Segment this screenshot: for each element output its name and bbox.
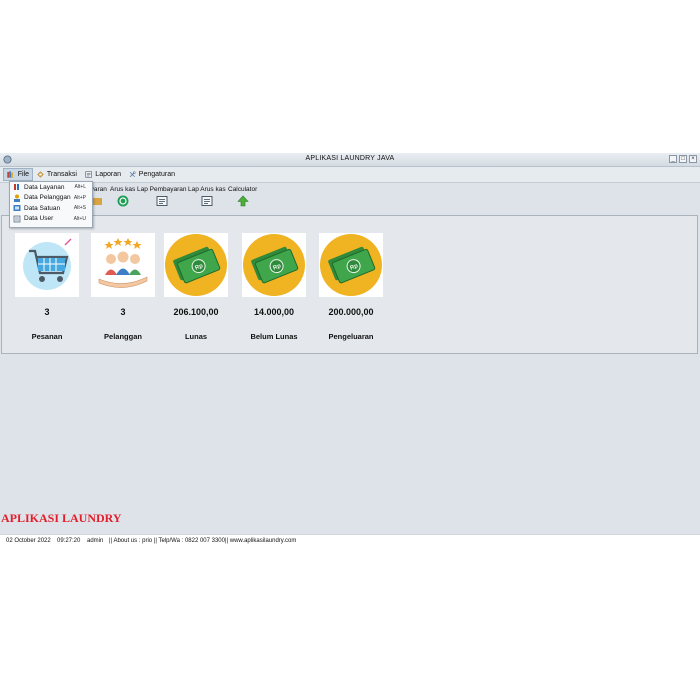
dashboard-panel: 3 Pesanan 3 Pelanggan Rp 206.100,00 Luna… bbox=[1, 215, 698, 354]
close-button[interactable]: × bbox=[689, 155, 697, 163]
card-belum-lunas-label: Belum Lunas bbox=[250, 332, 298, 341]
menu-item-data-pelanggan[interactable]: Data Pelanggan Alt+P bbox=[10, 193, 92, 204]
card-pelanggan-label: Pelanggan bbox=[104, 332, 142, 341]
card-belum-lunas-value: 14.000,00 bbox=[253, 307, 295, 317]
menu-item-shortcut: Alt+U bbox=[73, 215, 86, 222]
tools-icon bbox=[129, 171, 136, 178]
service-icon bbox=[14, 184, 19, 191]
menu-item-label: Data Layanan bbox=[24, 183, 65, 191]
toolbar-arus-kas[interactable]: Arus kas bbox=[110, 186, 135, 207]
menu-item-data-layanan[interactable]: Data Layanan Alt+L bbox=[10, 182, 92, 193]
money-icon: Rp bbox=[164, 233, 228, 297]
status-bar: 02 October 2022 09:27:20 admin || About … bbox=[0, 534, 700, 548]
report-icon bbox=[85, 171, 92, 178]
money-icon: Rp bbox=[242, 233, 306, 297]
user-icon bbox=[13, 215, 21, 223]
card-lunas-label: Lunas bbox=[184, 332, 208, 341]
toolbar-calculator[interactable]: Calculator bbox=[228, 186, 257, 207]
file-books-icon bbox=[7, 171, 13, 178]
menu-transaksi[interactable]: Transaksi bbox=[34, 168, 80, 181]
menu-item-data-satuan[interactable]: Data Satuan Alt+S bbox=[10, 203, 92, 214]
menu-file[interactable]: File bbox=[3, 168, 33, 181]
card-pesanan-label: Pesanan bbox=[31, 332, 63, 341]
report-icon bbox=[201, 196, 213, 206]
cashflow-icon bbox=[117, 195, 129, 207]
card-lunas: Rp 206.100,00 Lunas bbox=[163, 233, 229, 341]
calculator-arrow-icon bbox=[236, 195, 249, 207]
menu-item-label: Data User bbox=[24, 215, 54, 223]
card-belum-lunas: Rp 14.000,00 Belum Lunas bbox=[241, 233, 307, 341]
toolbar-lap-pembayaran[interactable]: Lap Pembayaran bbox=[137, 186, 187, 207]
unit-icon bbox=[13, 205, 21, 212]
minimize-button[interactable]: _ bbox=[669, 155, 677, 163]
toolbar-lap-arus-kas[interactable]: Lap Arus kas bbox=[188, 186, 226, 207]
shopping-cart-icon bbox=[15, 233, 79, 297]
menu-item-label: Data Satuan bbox=[24, 204, 61, 212]
menu-bar: File Transaksi Laporan Pengaturan bbox=[0, 167, 700, 183]
status-user: admin bbox=[87, 538, 104, 544]
card-pengeluaran: Rp 200.000,00 Pengeluaran bbox=[318, 233, 384, 341]
toolbar-arus-kas-label: Arus kas bbox=[110, 186, 136, 193]
toolbar-lap-pembayaran-label: Lap Pembayaran bbox=[137, 186, 187, 193]
menu-pengaturan-label: Pengaturan bbox=[138, 171, 175, 178]
brand-title: APLIKASI LAUNDRY bbox=[1, 511, 122, 525]
card-pesanan: 3 Pesanan bbox=[14, 233, 80, 341]
status-time: 09:27:20 bbox=[57, 538, 81, 544]
title-bar: APLIKASI LAUNDRY JAVA _ □ × bbox=[0, 153, 700, 167]
customers-rating-icon bbox=[91, 233, 155, 297]
menu-transaksi-label: Transaksi bbox=[46, 171, 77, 178]
file-menu-dropdown: Data Layanan Alt+L Data Pelanggan Alt+P … bbox=[9, 181, 93, 228]
menu-item-shortcut: Alt+L bbox=[74, 184, 86, 191]
toolbar: ayaran Arus kas Lap Pembayaran Lap Arus … bbox=[0, 183, 700, 210]
status-date: 02 October 2022 bbox=[6, 538, 51, 544]
money-icon: Rp bbox=[319, 233, 383, 297]
card-pelanggan: 3 Pelanggan bbox=[90, 233, 156, 341]
card-lunas-value: 206.100,00 bbox=[173, 307, 219, 317]
menu-item-data-user[interactable]: Data User Alt+U bbox=[10, 214, 92, 225]
status-info: || About us : prio || Telp/Wa : 0822 007… bbox=[109, 538, 297, 544]
customer-icon bbox=[14, 194, 20, 202]
card-pengeluaran-value: 200.000,00 bbox=[328, 307, 374, 317]
menu-pengaturan[interactable]: Pengaturan bbox=[126, 168, 178, 181]
card-pelanggan-value: 3 bbox=[120, 307, 126, 317]
menu-laporan-label: Laporan bbox=[95, 171, 121, 178]
menu-file-label: File bbox=[17, 171, 29, 178]
report-icon bbox=[156, 196, 168, 206]
toolbar-calculator-label: Calculator bbox=[228, 186, 258, 193]
menu-item-shortcut: Alt+S bbox=[73, 205, 86, 212]
transaction-icon bbox=[37, 171, 44, 178]
app-window: APLIKASI LAUNDRY JAVA _ □ × File Transak… bbox=[0, 153, 700, 548]
menu-item-label: Data Pelanggan bbox=[24, 194, 71, 202]
menu-item-shortcut: Alt+P bbox=[73, 194, 86, 201]
maximize-button[interactable]: □ bbox=[679, 155, 687, 163]
card-pengeluaran-label: Pengeluaran bbox=[328, 332, 374, 341]
menu-laporan[interactable]: Laporan bbox=[82, 168, 124, 181]
card-pesanan-value: 3 bbox=[44, 307, 50, 317]
toolbar-lap-arus-kas-label: Lap Arus kas bbox=[188, 186, 226, 193]
window-title: APLIKASI LAUNDRY JAVA bbox=[305, 155, 395, 162]
